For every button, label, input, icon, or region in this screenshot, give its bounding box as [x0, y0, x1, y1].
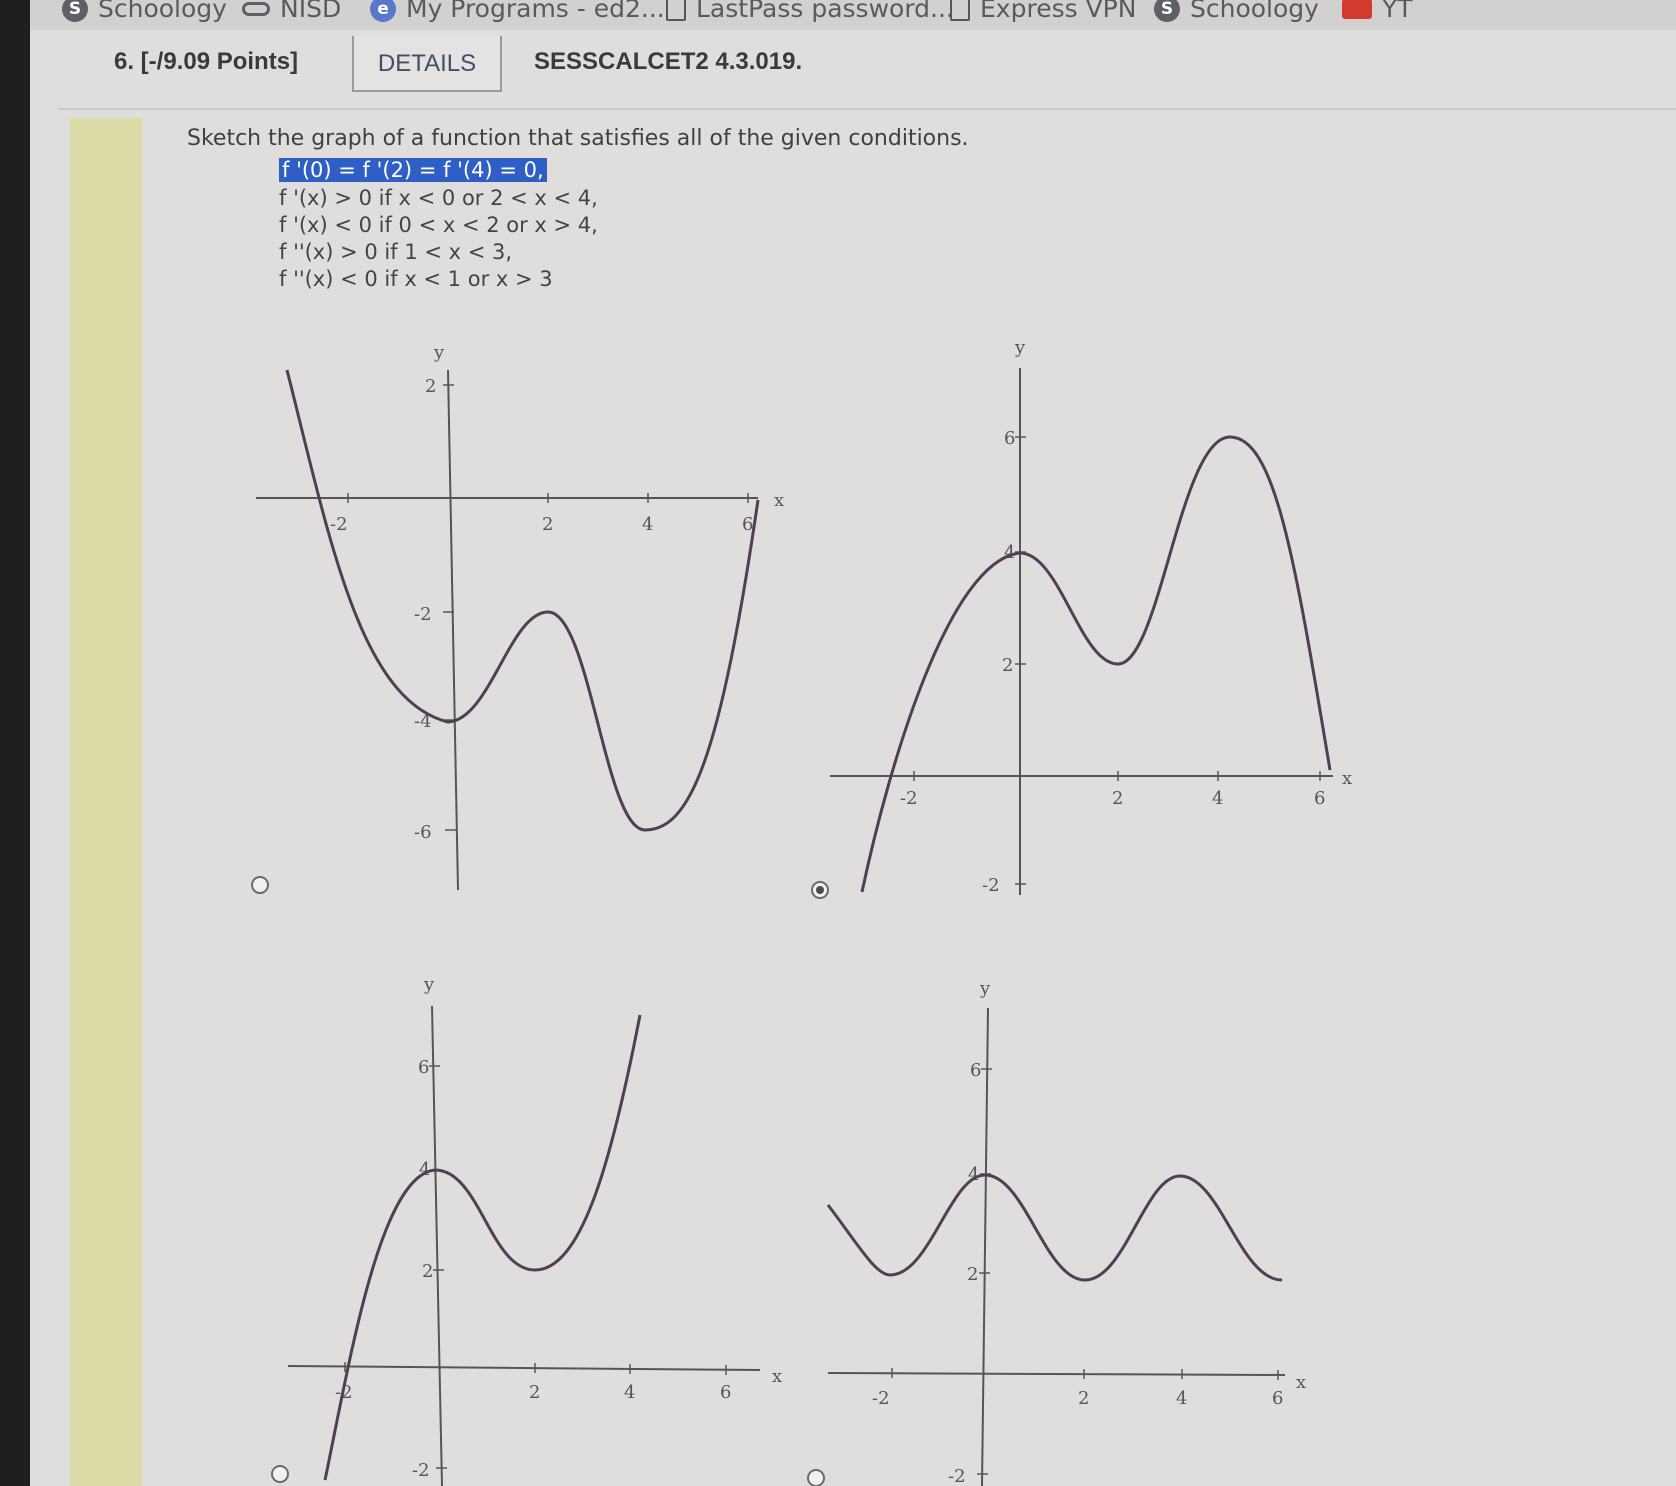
x-tick-label: -2 [330, 514, 348, 535]
function-curve [826, 1173, 1283, 1282]
x-axis-label: x [774, 490, 784, 511]
y-tick-label: 2 [1002, 655, 1013, 676]
x-tick-label: 4 [624, 1382, 635, 1403]
y-tick-label: -2 [414, 604, 432, 625]
browser-viewport: S Schoology NISD e My Programs - ed2... … [30, 0, 1676, 1486]
x-axis [827, 1372, 1286, 1376]
graph-option-a: y x 2 -2 -4 -6 -2 2 4 6 [256, 342, 784, 891]
y-tick-label: -6 [414, 822, 432, 843]
radio-option-d[interactable] [807, 1469, 825, 1486]
y-tick-label: -2 [412, 1460, 430, 1481]
y-tick-label: 2 [425, 376, 436, 397]
graph-option-d: y x 6 4 2 -2 -2 2 4 6 [826, 978, 1306, 1486]
y-tick-label: 6 [970, 1060, 981, 1081]
graph-option-c: y x 6 4 2 -2 -2 2 4 6 [287, 974, 782, 1486]
y-tick-label: 6 [418, 1057, 429, 1078]
x-tick-label: -2 [900, 788, 918, 809]
answer-graphs: y x 2 -2 -4 -6 -2 2 4 6 y x 6 4 2 -2 -2 … [251, 337, 1352, 1486]
y-axis-label: y [433, 342, 445, 363]
y-tick-label: -2 [982, 875, 1000, 896]
x-axis-label: x [1296, 1372, 1306, 1393]
y-tick-label: 4 [1004, 542, 1015, 563]
x-tick-label: 6 [1314, 788, 1325, 809]
x-tick-label: 6 [1272, 1388, 1283, 1409]
y-tick-label: -2 [948, 1466, 966, 1486]
x-axis-label: x [1342, 768, 1352, 789]
x-tick-label: 2 [1078, 1388, 1089, 1409]
x-tick-label: 4 [1212, 788, 1223, 809]
graph-option-b: y x 6 4 2 -2 -2 2 4 6 [830, 337, 1352, 896]
y-tick-label: 6 [1004, 428, 1015, 449]
x-tick-label: 4 [1176, 1388, 1187, 1409]
x-axis [287, 1365, 761, 1371]
function-curve [323, 1014, 642, 1481]
radio-selected-dot [816, 886, 824, 894]
radio-option-a[interactable] [251, 876, 269, 894]
y-tick-label: 2 [967, 1264, 978, 1285]
function-curve [860, 435, 1332, 893]
y-axis-label: y [979, 978, 991, 999]
x-tick-label: -2 [872, 1388, 890, 1409]
x-axis-label: x [772, 1366, 782, 1387]
y-axis [447, 369, 459, 891]
y-tick-label: 2 [422, 1261, 433, 1282]
x-tick-label: 6 [720, 1382, 731, 1403]
y-axis-label: y [1014, 337, 1026, 358]
function-curve [285, 369, 760, 832]
x-tick-label: 2 [1112, 788, 1123, 809]
x-tick-label: 2 [529, 1382, 540, 1403]
y-axis-label: y [423, 974, 435, 995]
y-axis [431, 1005, 443, 1486]
x-tick-label: 4 [642, 514, 653, 535]
radio-option-c[interactable] [271, 1465, 289, 1483]
y-axis [981, 1007, 989, 1486]
x-tick-label: 2 [542, 514, 553, 535]
